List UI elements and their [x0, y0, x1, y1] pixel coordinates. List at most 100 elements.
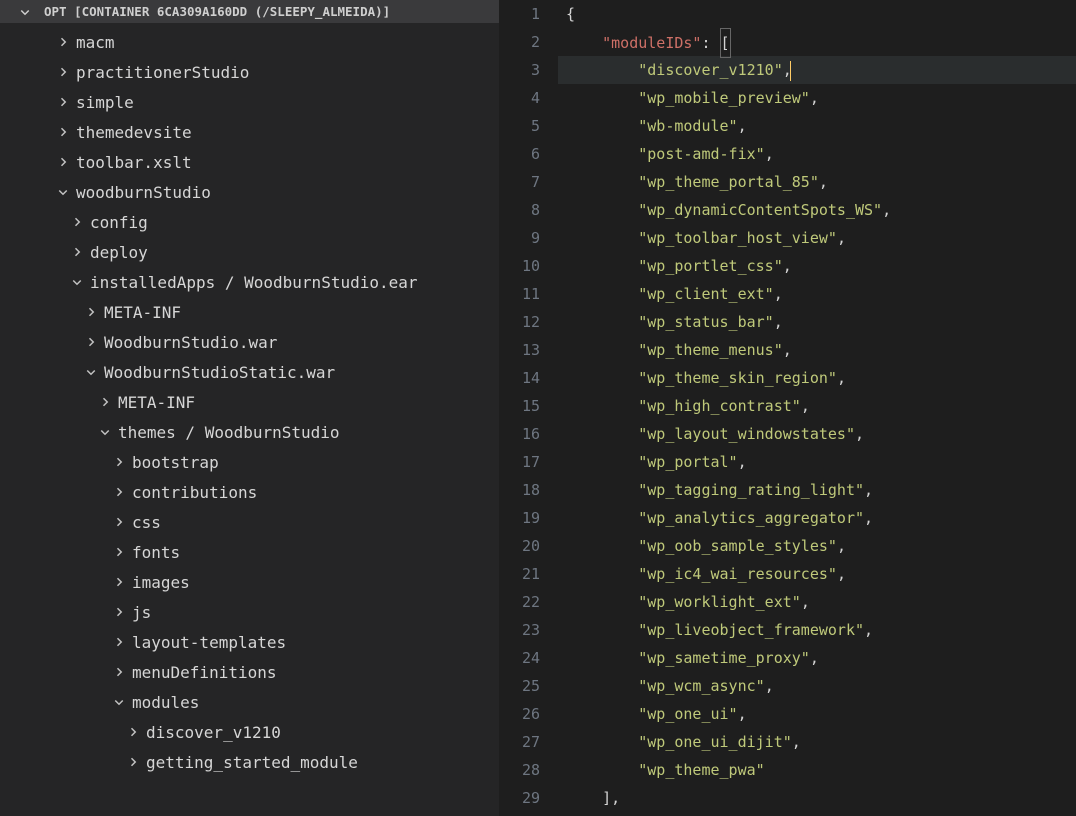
tree-item[interactable]: META-INF [0, 297, 499, 327]
chevron-right-icon[interactable] [56, 95, 70, 109]
tree-item[interactable]: modules [0, 687, 499, 717]
code-line[interactable]: "post-amd-fix", [558, 140, 1076, 168]
code-line[interactable]: "wp_theme_pwa" [558, 756, 1076, 784]
chevron-right-icon[interactable] [70, 215, 84, 229]
code-line[interactable]: "discover_v1210", [558, 56, 1076, 84]
chevron-right-icon[interactable] [112, 605, 126, 619]
code-line[interactable]: { [558, 0, 1076, 28]
chevron-right-icon[interactable] [98, 395, 112, 409]
code-line[interactable]: "wp_liveobject_framework", [558, 616, 1076, 644]
chevron-right-icon[interactable] [112, 665, 126, 679]
code-line[interactable]: "wp_portal", [558, 448, 1076, 476]
chevron-down-icon[interactable] [98, 425, 112, 439]
code-token: "wp_oob_sample_styles" [638, 537, 837, 555]
chevron-right-icon[interactable] [56, 155, 70, 169]
line-number: 17 [500, 448, 540, 476]
tree-item[interactable]: bootstrap [0, 447, 499, 477]
code-line[interactable]: "wp_layout_windowstates", [558, 420, 1076, 448]
code-line[interactable]: "wp_mobile_preview", [558, 84, 1076, 112]
chevron-right-icon[interactable] [112, 515, 126, 529]
chevron-down-icon[interactable] [56, 185, 70, 199]
code-line[interactable]: "wp_theme_skin_region", [558, 364, 1076, 392]
tree-item[interactable]: macm [0, 27, 499, 57]
chevron-right-icon[interactable] [112, 485, 126, 499]
tree-item[interactable]: practitionerStudio [0, 57, 499, 87]
chevron-right-icon[interactable] [70, 245, 84, 259]
tree-item[interactable]: themedevsite [0, 117, 499, 147]
tree-item[interactable]: WoodburnStudioStatic.war [0, 357, 499, 387]
chevron-right-icon[interactable] [56, 125, 70, 139]
tree-item[interactable]: META-INF [0, 387, 499, 417]
tree-item[interactable]: getting_started_module [0, 747, 499, 777]
code-line[interactable]: "wp_worklight_ext", [558, 588, 1076, 616]
tree-item[interactable]: woodburnStudio [0, 177, 499, 207]
tree-item[interactable]: toolbar.xslt [0, 147, 499, 177]
code-token: "wp_toolbar_host_view" [638, 229, 837, 247]
tree-item-label: layout-templates [132, 633, 286, 652]
tree-item[interactable]: themes / WoodburnStudio [0, 417, 499, 447]
code-line[interactable]: "wp_sametime_proxy", [558, 644, 1076, 672]
chevron-right-icon[interactable] [56, 65, 70, 79]
code-line[interactable]: "wp_oob_sample_styles", [558, 532, 1076, 560]
code-line[interactable]: "wp_one_ui", [558, 700, 1076, 728]
tree-item[interactable]: installedApps / WoodburnStudio.ear [0, 267, 499, 297]
chevron-right-icon[interactable] [112, 455, 126, 469]
chevron-right-icon[interactable] [126, 725, 140, 739]
tree-item[interactable]: simple [0, 87, 499, 117]
tree-item[interactable]: menuDefinitions [0, 657, 499, 687]
file-explorer: OPT [CONTAINER 6CA309A160DD (/SLEEPY_ALM… [0, 0, 500, 816]
code-line[interactable]: ], [558, 784, 1076, 812]
code-token: , [801, 397, 810, 415]
chevron-right-icon[interactable] [112, 545, 126, 559]
tree-item[interactable]: deploy [0, 237, 499, 267]
line-number: 9 [500, 224, 540, 252]
code-line[interactable]: "wp_toolbar_host_view", [558, 224, 1076, 252]
file-tree[interactable]: macmpractitionerStudiosimplethemedevsite… [0, 23, 499, 816]
tree-item[interactable]: js [0, 597, 499, 627]
code-line[interactable]: "wb-module", [558, 112, 1076, 140]
code-line[interactable]: "moduleIDs": [ [558, 28, 1076, 56]
chevron-right-icon[interactable] [112, 575, 126, 589]
code-line[interactable]: "wp_analytics_aggregator", [558, 504, 1076, 532]
chevron-down-icon[interactable] [84, 365, 98, 379]
chevron-down-icon[interactable] [112, 695, 126, 709]
code-line[interactable]: "wp_client_ext", [558, 280, 1076, 308]
tree-item[interactable]: WoodburnStudio.war [0, 327, 499, 357]
chevron-right-icon[interactable] [84, 305, 98, 319]
tree-item-label: META-INF [118, 393, 195, 412]
app-root: OPT [CONTAINER 6CA309A160DD (/SLEEPY_ALM… [0, 0, 1076, 816]
code-content[interactable]: { "moduleIDs": [ "discover_v1210", "wp_m… [558, 0, 1076, 816]
line-number: 15 [500, 392, 540, 420]
chevron-right-icon[interactable] [84, 335, 98, 349]
tree-item[interactable]: fonts [0, 537, 499, 567]
code-line[interactable]: "wp_dynamicContentSpots_WS", [558, 196, 1076, 224]
explorer-header[interactable]: OPT [CONTAINER 6CA309A160DD (/SLEEPY_ALM… [0, 0, 499, 23]
tree-item-label: css [132, 513, 161, 532]
code-line[interactable]: "wp_theme_menus", [558, 336, 1076, 364]
code-token [566, 201, 638, 219]
chevron-right-icon[interactable] [112, 635, 126, 649]
tree-item[interactable]: images [0, 567, 499, 597]
tree-item-label: fonts [132, 543, 180, 562]
tree-item[interactable]: discover_v1210 [0, 717, 499, 747]
code-line[interactable]: "wp_theme_portal_85", [558, 168, 1076, 196]
code-line[interactable]: "wp_high_contrast", [558, 392, 1076, 420]
code-line[interactable]: "wp_one_ui_dijit", [558, 728, 1076, 756]
code-editor[interactable]: 1234567891011121314151617181920212223242… [500, 0, 1076, 816]
chevron-right-icon[interactable] [126, 755, 140, 769]
code-line[interactable]: "wp_status_bar", [558, 308, 1076, 336]
tree-item[interactable]: config [0, 207, 499, 237]
line-number: 28 [500, 756, 540, 784]
tree-item[interactable]: css [0, 507, 499, 537]
tree-item[interactable]: contributions [0, 477, 499, 507]
code-line[interactable]: "wp_wcm_async", [558, 672, 1076, 700]
code-line[interactable]: "wp_tagging_rating_light", [558, 476, 1076, 504]
chevron-right-icon[interactable] [56, 35, 70, 49]
line-number: 27 [500, 728, 540, 756]
code-line[interactable]: "wp_portlet_css", [558, 252, 1076, 280]
code-token [566, 285, 638, 303]
tree-item[interactable]: layout-templates [0, 627, 499, 657]
line-number: 2 [500, 28, 540, 56]
chevron-down-icon[interactable] [70, 275, 84, 289]
code-line[interactable]: "wp_ic4_wai_resources", [558, 560, 1076, 588]
